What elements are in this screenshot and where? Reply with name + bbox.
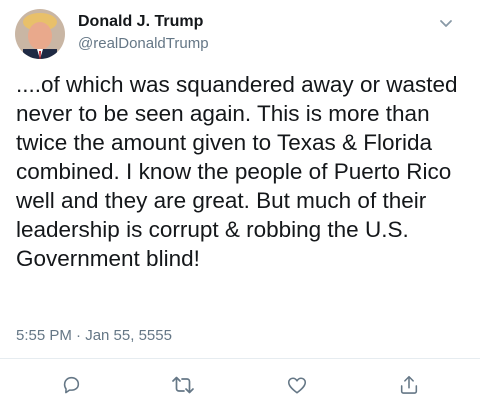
retweet-icon — [172, 376, 194, 394]
heart-icon — [287, 377, 307, 394]
share-icon — [400, 375, 418, 394]
tweet-timestamp[interactable]: 5:55 PM · Jan 55, 5555 — [16, 327, 172, 344]
tweet-text: ....of which was squandered away or wast… — [16, 72, 458, 271]
tweet-card: Donald J. Trump @realDonaldTrump ....of … — [0, 0, 480, 410]
reply-icon — [63, 376, 80, 394]
reply-button[interactable] — [58, 372, 84, 398]
share-button[interactable] — [396, 372, 422, 398]
avatar[interactable] — [15, 9, 65, 59]
retweet-button[interactable] — [170, 372, 196, 398]
avatar-image — [15, 9, 65, 59]
user-handle[interactable]: @realDonaldTrump — [78, 35, 209, 52]
display-name[interactable]: Donald J. Trump — [78, 13, 203, 31]
chevron-down-icon[interactable] — [435, 13, 457, 35]
divider — [0, 358, 480, 359]
like-button[interactable] — [284, 372, 310, 398]
